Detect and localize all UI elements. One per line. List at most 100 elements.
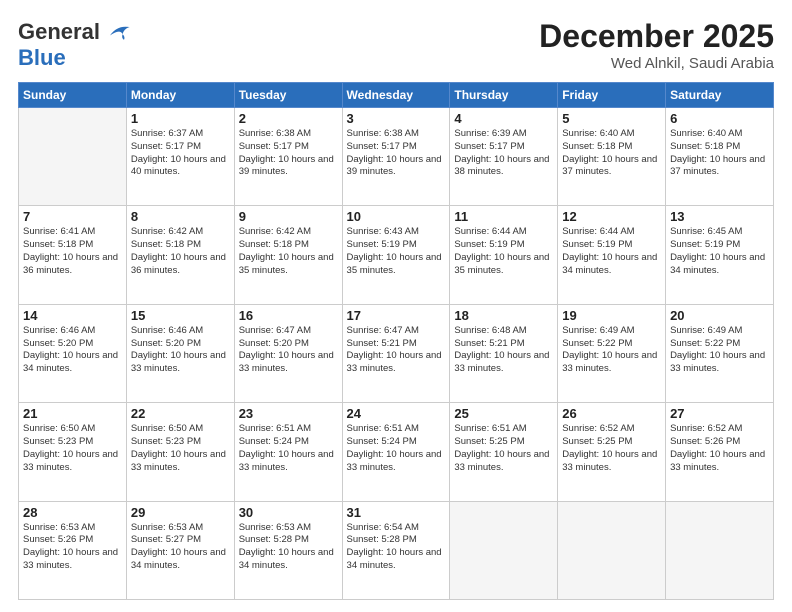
day-number: 7 (23, 209, 122, 224)
day-number: 15 (131, 308, 230, 323)
day-number: 8 (131, 209, 230, 224)
calendar-cell: 27 Sunrise: 6:52 AMSunset: 5:26 PMDayligh… (666, 403, 774, 501)
day-info: Sunrise: 6:49 AMSunset: 5:22 PMDaylight:… (562, 325, 661, 376)
day-number: 9 (239, 209, 338, 224)
calendar-cell: 15 Sunrise: 6:46 AMSunset: 5:20 PMDayligh… (126, 304, 234, 402)
calendar-cell (558, 501, 666, 599)
day-info: Sunrise: 6:49 AMSunset: 5:22 PMDaylight:… (670, 325, 769, 376)
day-info: Sunrise: 6:53 AMSunset: 5:27 PMDaylight:… (131, 522, 230, 573)
calendar-cell (450, 501, 558, 599)
day-info: Sunrise: 6:53 AMSunset: 5:26 PMDaylight:… (23, 522, 122, 573)
calendar-cell: 14 Sunrise: 6:46 AMSunset: 5:20 PMDayligh… (19, 304, 127, 402)
day-header-sunday: Sunday (19, 83, 127, 108)
day-header-tuesday: Tuesday (234, 83, 342, 108)
calendar-cell: 24 Sunrise: 6:51 AMSunset: 5:24 PMDayligh… (342, 403, 450, 501)
day-info: Sunrise: 6:50 AMSunset: 5:23 PMDaylight:… (23, 423, 122, 474)
day-number: 19 (562, 308, 661, 323)
day-info: Sunrise: 6:51 AMSunset: 5:24 PMDaylight:… (239, 423, 338, 474)
day-info: Sunrise: 6:46 AMSunset: 5:20 PMDaylight:… (23, 325, 122, 376)
day-info: Sunrise: 6:43 AMSunset: 5:19 PMDaylight:… (347, 226, 446, 277)
calendar-cell: 23 Sunrise: 6:51 AMSunset: 5:24 PMDayligh… (234, 403, 342, 501)
day-number: 29 (131, 505, 230, 520)
logo-blue-text: Blue (18, 45, 66, 70)
calendar-cell: 9 Sunrise: 6:42 AMSunset: 5:18 PMDaylight… (234, 206, 342, 304)
day-number: 14 (23, 308, 122, 323)
day-number: 16 (239, 308, 338, 323)
day-number: 18 (454, 308, 553, 323)
calendar-cell: 6 Sunrise: 6:40 AMSunset: 5:18 PMDaylight… (666, 108, 774, 206)
day-info: Sunrise: 6:45 AMSunset: 5:19 PMDaylight:… (670, 226, 769, 277)
day-number: 22 (131, 406, 230, 421)
day-number: 31 (347, 505, 446, 520)
day-number: 26 (562, 406, 661, 421)
day-info: Sunrise: 6:52 AMSunset: 5:26 PMDaylight:… (670, 423, 769, 474)
calendar-cell: 2Sunrise: 6:38 AMSunset: 5:17 PMDaylight… (234, 108, 342, 206)
day-header-saturday: Saturday (666, 83, 774, 108)
calendar-cell: 30 Sunrise: 6:53 AMSunset: 5:28 PMDayligh… (234, 501, 342, 599)
day-info: Sunrise: 6:54 AMSunset: 5:28 PMDaylight:… (347, 522, 446, 573)
day-info: Sunrise: 6:51 AMSunset: 5:24 PMDaylight:… (347, 423, 446, 474)
logo: General Blue (18, 18, 131, 70)
day-info: Sunrise: 6:40 AMSunset: 5:18 PMDaylight:… (670, 128, 769, 179)
day-header-friday: Friday (558, 83, 666, 108)
day-info: Sunrise: 6:44 AMSunset: 5:19 PMDaylight:… (562, 226, 661, 277)
day-info: Sunrise: 6:53 AMSunset: 5:28 PMDaylight:… (239, 522, 338, 573)
day-info: Sunrise: 6:42 AMSunset: 5:18 PMDaylight:… (239, 226, 338, 277)
calendar-cell: 19 Sunrise: 6:49 AMSunset: 5:22 PMDayligh… (558, 304, 666, 402)
calendar-cell: 31 Sunrise: 6:54 AMSunset: 5:28 PMDayligh… (342, 501, 450, 599)
calendar-cell: 25Sunrise: 6:51 AMSunset: 5:25 PMDayligh… (450, 403, 558, 501)
calendar-cell: 16 Sunrise: 6:47 AMSunset: 5:20 PMDayligh… (234, 304, 342, 402)
calendar-table: SundayMondayTuesdayWednesdayThursdayFrid… (18, 82, 774, 600)
day-info: Sunrise: 6:46 AMSunset: 5:20 PMDaylight:… (131, 325, 230, 376)
calendar-cell: 3 Sunrise: 6:38 AMSunset: 5:17 PMDaylight… (342, 108, 450, 206)
day-info: Sunrise: 6:39 AMSunset: 5:17 PMDaylight:… (454, 128, 553, 179)
header: General Blue December 2025 Wed Alnkil, S… (18, 18, 774, 72)
day-info: Sunrise: 6:48 AMSunset: 5:21 PMDaylight:… (454, 325, 553, 376)
day-info: Sunrise: 6:41 AMSunset: 5:18 PMDaylight:… (23, 226, 122, 277)
day-number: 21 (23, 406, 122, 421)
day-info: Sunrise: 6:38 AMSunset: 5:17 PMDaylight:… (347, 128, 446, 179)
day-info: Sunrise: 6:38 AMSunset: 5:17 PMDaylight:… (239, 128, 338, 179)
day-number: 4 (454, 111, 553, 126)
calendar-cell: 5Sunrise: 6:40 AMSunset: 5:18 PMDaylight… (558, 108, 666, 206)
day-header-thursday: Thursday (450, 83, 558, 108)
day-number: 28 (23, 505, 122, 520)
calendar-cell: 12Sunrise: 6:44 AMSunset: 5:19 PMDayligh… (558, 206, 666, 304)
calendar-cell: 22Sunrise: 6:50 AMSunset: 5:23 PMDayligh… (126, 403, 234, 501)
calendar-cell: 17 Sunrise: 6:47 AMSunset: 5:21 PMDayligh… (342, 304, 450, 402)
calendar-week-row: 14 Sunrise: 6:46 AMSunset: 5:20 PMDayligh… (19, 304, 774, 402)
day-info: Sunrise: 6:47 AMSunset: 5:21 PMDaylight:… (347, 325, 446, 376)
day-header-monday: Monday (126, 83, 234, 108)
calendar-cell: 29 Sunrise: 6:53 AMSunset: 5:27 PMDayligh… (126, 501, 234, 599)
calendar-cell: 28 Sunrise: 6:53 AMSunset: 5:26 PMDayligh… (19, 501, 127, 599)
day-info: Sunrise: 6:51 AMSunset: 5:25 PMDaylight:… (454, 423, 553, 474)
calendar-week-row: 28 Sunrise: 6:53 AMSunset: 5:26 PMDayligh… (19, 501, 774, 599)
logo-general-text: General (18, 20, 100, 44)
title-block: December 2025 Wed Alnkil, Saudi Arabia (539, 18, 774, 72)
day-number: 23 (239, 406, 338, 421)
day-number: 3 (347, 111, 446, 126)
day-number: 24 (347, 406, 446, 421)
calendar-week-row: 7 Sunrise: 6:41 AMSunset: 5:18 PMDaylight… (19, 206, 774, 304)
day-number: 1 (131, 111, 230, 126)
day-info: Sunrise: 6:47 AMSunset: 5:20 PMDaylight:… (239, 325, 338, 376)
calendar-cell: 11Sunrise: 6:44 AMSunset: 5:19 PMDayligh… (450, 206, 558, 304)
subtitle: Wed Alnkil, Saudi Arabia (539, 55, 774, 72)
day-number: 10 (347, 209, 446, 224)
day-number: 6 (670, 111, 769, 126)
day-info: Sunrise: 6:37 AMSunset: 5:17 PMDaylight:… (131, 128, 230, 179)
day-info: Sunrise: 6:44 AMSunset: 5:19 PMDaylight:… (454, 226, 553, 277)
day-number: 30 (239, 505, 338, 520)
day-number: 5 (562, 111, 661, 126)
calendar-cell (19, 108, 127, 206)
day-number: 17 (347, 308, 446, 323)
day-number: 27 (670, 406, 769, 421)
calendar-cell: 1 Sunrise: 6:37 AMSunset: 5:17 PMDaylight… (126, 108, 234, 206)
calendar-cell: 7 Sunrise: 6:41 AMSunset: 5:18 PMDaylight… (19, 206, 127, 304)
calendar-cell: 13Sunrise: 6:45 AMSunset: 5:19 PMDayligh… (666, 206, 774, 304)
calendar-cell: 21 Sunrise: 6:50 AMSunset: 5:23 PMDayligh… (19, 403, 127, 501)
day-header-wednesday: Wednesday (342, 83, 450, 108)
calendar-week-row: 21 Sunrise: 6:50 AMSunset: 5:23 PMDayligh… (19, 403, 774, 501)
calendar-header-row: SundayMondayTuesdayWednesdayThursdayFrid… (19, 83, 774, 108)
day-info: Sunrise: 6:42 AMSunset: 5:18 PMDaylight:… (131, 226, 230, 277)
